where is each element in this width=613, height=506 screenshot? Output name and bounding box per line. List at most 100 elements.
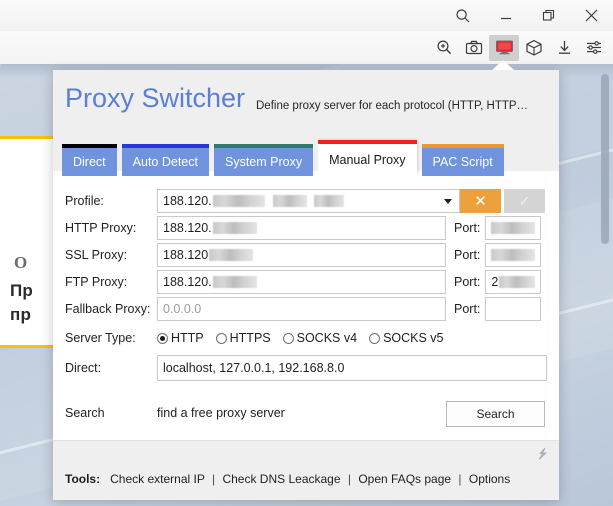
cube-icon[interactable] <box>519 35 549 61</box>
tab-label: Direct <box>73 155 106 169</box>
tab-manual-proxy[interactable]: Manual Proxy <box>318 140 417 176</box>
http-proxy-input[interactable]: 188.120. <box>157 216 446 240</box>
search-label: Search <box>65 406 105 420</box>
direct-input[interactable]: localhost, 127.0.0.1, 192.168.8.0 <box>157 355 547 381</box>
tab-label: PAC Script <box>432 155 493 169</box>
profile-row: Profile: 188.120. ✕ ✓ <box>65 189 547 213</box>
resize-grip-icon[interactable] <box>536 447 550 461</box>
radio-http[interactable]: HTTP <box>157 331 204 345</box>
search-button[interactable]: Search <box>446 401 545 427</box>
fallback-proxy-row: Fallback Proxy: 0.0.0.0 Port: <box>65 297 547 321</box>
popup-header: Proxy Switcher Define proxy server for e… <box>53 70 559 134</box>
ssl-proxy-value: 188.120 <box>163 248 209 262</box>
close-icon[interactable] <box>570 0 613 31</box>
fallback-proxy-value: 0.0.0.0 <box>163 302 202 316</box>
manual-proxy-panel: Profile: 188.120. ✕ ✓ HTTP Proxy: 188.12… <box>53 176 559 440</box>
delete-profile-button[interactable]: ✕ <box>460 189 501 213</box>
site-logo: O <box>14 253 28 272</box>
profile-value: 188.120. <box>163 194 212 208</box>
ftp-port-value: 2 <box>491 275 499 289</box>
fallback-proxy-label: Fallback Proxy: <box>65 302 151 316</box>
redaction-block <box>212 276 257 288</box>
ftp-proxy-row: FTP Proxy: 188.120. Port: 2 <box>65 270 547 294</box>
ssl-proxy-input[interactable]: 188.120 <box>157 243 446 267</box>
redaction-block <box>499 276 536 288</box>
link-separator: | <box>458 472 462 486</box>
fallback-proxy-input[interactable]: 0.0.0.0 <box>157 297 446 321</box>
zoom-in-icon[interactable] <box>429 35 459 61</box>
page-scrollbar[interactable] <box>601 74 609 244</box>
radio-socks-v5[interactable]: SOCKS v5 <box>369 331 444 345</box>
chevron-down-icon <box>444 199 452 204</box>
direct-value: localhost, 127.0.0.1, 192.168.8.0 <box>163 361 345 375</box>
http-proxy-row: HTTP Proxy: 188.120. Port: <box>65 216 547 240</box>
radio-socks-v4[interactable]: SOCKS v4 <box>282 331 358 345</box>
port-label: Port: <box>454 248 481 262</box>
window-controls <box>441 0 613 31</box>
redaction-block <box>313 195 344 207</box>
direct-label: Direct: <box>65 361 102 375</box>
ssl-port-input[interactable] <box>485 243 542 267</box>
tab-label: Manual Proxy <box>329 153 406 167</box>
tab-auto-detect[interactable]: Auto Detect <box>121 144 209 176</box>
download-icon[interactable] <box>549 35 579 61</box>
radio-dot-icon <box>369 332 381 344</box>
http-proxy-value: 188.120. <box>163 221 212 235</box>
ftp-proxy-value: 188.120. <box>163 275 212 289</box>
radio-https[interactable]: HTTPS <box>215 331 271 345</box>
ftp-proxy-label: FTP Proxy: <box>65 275 128 289</box>
port-label: Port: <box>454 302 481 316</box>
link-check-external-ip[interactable]: Check external IP <box>110 472 205 486</box>
profile-select[interactable]: 188.120. <box>157 189 460 213</box>
save-profile-button[interactable]: ✓ <box>504 189 545 213</box>
http-port-input[interactable] <box>485 216 542 240</box>
ftp-proxy-input[interactable]: 188.120. <box>157 270 446 294</box>
profile-label: Profile: <box>65 194 104 208</box>
port-label: Port: <box>454 221 481 235</box>
radio-dot-icon <box>282 332 294 344</box>
redaction-block <box>212 195 265 207</box>
tab-pac-script[interactable]: PAC Script <box>421 144 504 176</box>
link-open-faqs-page[interactable]: Open FAQs page <box>358 472 451 486</box>
search-row: Search find a free proxy server <box>65 401 465 425</box>
footer-divider <box>53 440 559 441</box>
redaction-block <box>491 249 536 261</box>
tab-label: System Proxy <box>224 155 303 169</box>
popup-subtitle: Define proxy server for each protocol (H… <box>256 100 529 112</box>
tab-label: Auto Detect <box>132 155 198 169</box>
tab-bar: Direct Auto Detect System Proxy Manual P… <box>62 139 509 176</box>
search-icon[interactable] <box>441 0 484 31</box>
radio-dot-icon <box>157 332 168 344</box>
browser-toolbar <box>0 31 613 65</box>
minimize-icon[interactable] <box>484 0 527 31</box>
fallback-port-input[interactable] <box>485 297 542 321</box>
direct-row: Direct: localhost, 127.0.0.1, 192.168.8.… <box>65 355 547 381</box>
radio-dot-icon <box>215 332 227 344</box>
tab-system-proxy[interactable]: System Proxy <box>213 144 314 176</box>
sliders-icon[interactable] <box>579 35 609 61</box>
camera-icon[interactable] <box>459 35 489 61</box>
tools-links: Tools: Check external IP | Check DNS Lea… <box>65 472 510 486</box>
page-title: Proxy Switcher <box>65 83 246 113</box>
port-label: Port: <box>454 275 481 289</box>
tab-direct[interactable]: Direct <box>62 144 117 176</box>
ftp-port-input[interactable]: 2 <box>485 270 542 294</box>
ssl-proxy-label: SSL Proxy: <box>65 248 128 262</box>
radio-label: SOCKS v5 <box>383 331 444 345</box>
window-titlebar <box>0 0 613 32</box>
link-options[interactable]: Options <box>469 472 510 486</box>
ssl-proxy-row: SSL Proxy: 188.120 Port: <box>65 243 547 267</box>
app-window: O Пр пр Proxy Switcher Define proxy serv… <box>0 0 613 506</box>
http-proxy-label: HTTP Proxy: <box>65 221 137 235</box>
radio-label: HTTPS <box>229 331 271 345</box>
monitor-icon[interactable] <box>489 34 519 61</box>
redaction-block <box>491 222 536 234</box>
server-type-row: Server Type: HTTP HTTPS SOCKS v4 SOCKS v… <box>65 326 465 350</box>
restore-icon[interactable] <box>527 0 570 31</box>
tools-label: Tools: <box>65 472 101 486</box>
link-check-dns-leackage[interactable]: Check DNS Leackage <box>222 472 340 486</box>
server-type-label: Server Type: <box>65 331 136 345</box>
server-type-options: HTTP HTTPS SOCKS v4 SOCKS v5 <box>157 331 456 345</box>
popup-footer: Tools: Check external IP | Check DNS Lea… <box>53 440 559 500</box>
radio-label: SOCKS v4 <box>296 331 358 345</box>
